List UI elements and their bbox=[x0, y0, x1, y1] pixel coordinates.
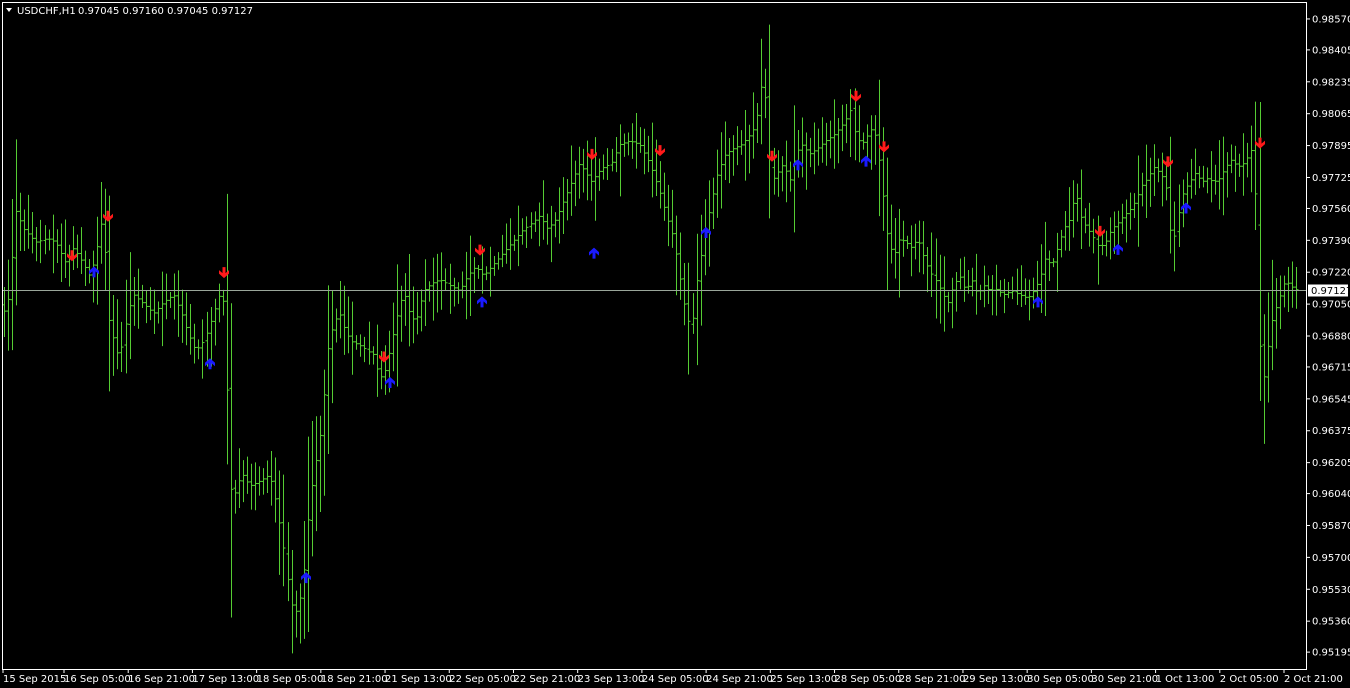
price-axis[interactable]: 0.98570 0.98405 0.98235 0.98065 0.97895 0.977… bbox=[1306, 14, 1350, 659]
price-tick-label: 0.97050 bbox=[1312, 300, 1350, 311]
time-tick-label: 24 Sep 05:00 bbox=[642, 674, 709, 685]
price-tick-label: 0.95195 bbox=[1312, 648, 1350, 659]
price-tick-label: 0.95700 bbox=[1312, 553, 1350, 564]
time-tick-label: 23 Sep 13:00 bbox=[578, 674, 645, 685]
time-tick-label: 15 Sep 2015 bbox=[3, 674, 66, 685]
time-tick-label: 2 Oct 05:00 bbox=[1220, 674, 1279, 685]
price-tick-label: 0.97560 bbox=[1312, 204, 1350, 215]
time-tick-label: 16 Sep 21:00 bbox=[128, 674, 195, 685]
time-tick-label: 16 Sep 05:00 bbox=[64, 674, 131, 685]
current-price-label: 0.97127 bbox=[1311, 286, 1350, 297]
time-tick-label: 17 Sep 13:00 bbox=[192, 674, 259, 685]
chart-title: USDCHF,H1 0.97045 0.97160 0.97045 0.9712… bbox=[6, 6, 253, 17]
time-tick-label: 22 Sep 05:00 bbox=[449, 674, 516, 685]
price-tick-label: 0.97390 bbox=[1312, 236, 1350, 247]
current-price-box: 0.97127 bbox=[1308, 284, 1350, 297]
price-tick-label: 0.95870 bbox=[1312, 521, 1350, 532]
price-tick-label: 0.96205 bbox=[1312, 458, 1350, 469]
price-tick-label: 0.95530 bbox=[1312, 585, 1350, 596]
ohlc-values: 0.97045 0.97160 0.97045 0.97127 bbox=[78, 6, 253, 17]
symbol-label: USDCHF,H1 bbox=[17, 6, 76, 17]
price-tick-label: 0.96040 bbox=[1312, 489, 1350, 500]
time-tick-label: 25 Sep 13:00 bbox=[770, 674, 837, 685]
price-tick-label: 0.96545 bbox=[1312, 394, 1350, 405]
time-tick-label: 2 Oct 21:00 bbox=[1284, 674, 1343, 685]
time-tick-label: 1 Oct 13:00 bbox=[1156, 674, 1215, 685]
price-tick-label: 0.98570 bbox=[1312, 14, 1350, 25]
time-tick-label: 28 Sep 21:00 bbox=[899, 674, 966, 685]
time-tick-label: 18 Sep 05:00 bbox=[257, 674, 324, 685]
time-tick-label: 22 Sep 21:00 bbox=[513, 674, 580, 685]
price-tick-label: 0.96715 bbox=[1312, 362, 1350, 373]
price-tick-label: 0.97220 bbox=[1312, 268, 1350, 279]
price-tick-label: 0.98235 bbox=[1312, 77, 1350, 88]
time-tick-label: 30 Sep 21:00 bbox=[1091, 674, 1158, 685]
price-tick-label: 0.97725 bbox=[1312, 173, 1350, 184]
time-tick-label: 21 Sep 13:00 bbox=[385, 674, 452, 685]
time-tick-label: 18 Sep 21:00 bbox=[321, 674, 388, 685]
price-tick-label: 0.97895 bbox=[1312, 141, 1350, 152]
price-tick-label: 0.95360 bbox=[1312, 617, 1350, 628]
price-chart[interactable]: 0.98570 0.98405 0.98235 0.98065 0.97895 0.977… bbox=[0, 0, 1350, 688]
price-tick-label: 0.98065 bbox=[1312, 109, 1350, 120]
price-tick-label: 0.96880 bbox=[1312, 332, 1350, 343]
time-tick-label: 30 Sep 05:00 bbox=[1027, 674, 1094, 685]
time-tick-label: 29 Sep 13:00 bbox=[963, 674, 1030, 685]
time-tick-label: 28 Sep 05:00 bbox=[835, 674, 902, 685]
time-tick-label: 24 Sep 21:00 bbox=[706, 674, 773, 685]
price-tick-label: 0.96375 bbox=[1312, 426, 1350, 437]
price-tick-label: 0.98405 bbox=[1312, 45, 1350, 56]
